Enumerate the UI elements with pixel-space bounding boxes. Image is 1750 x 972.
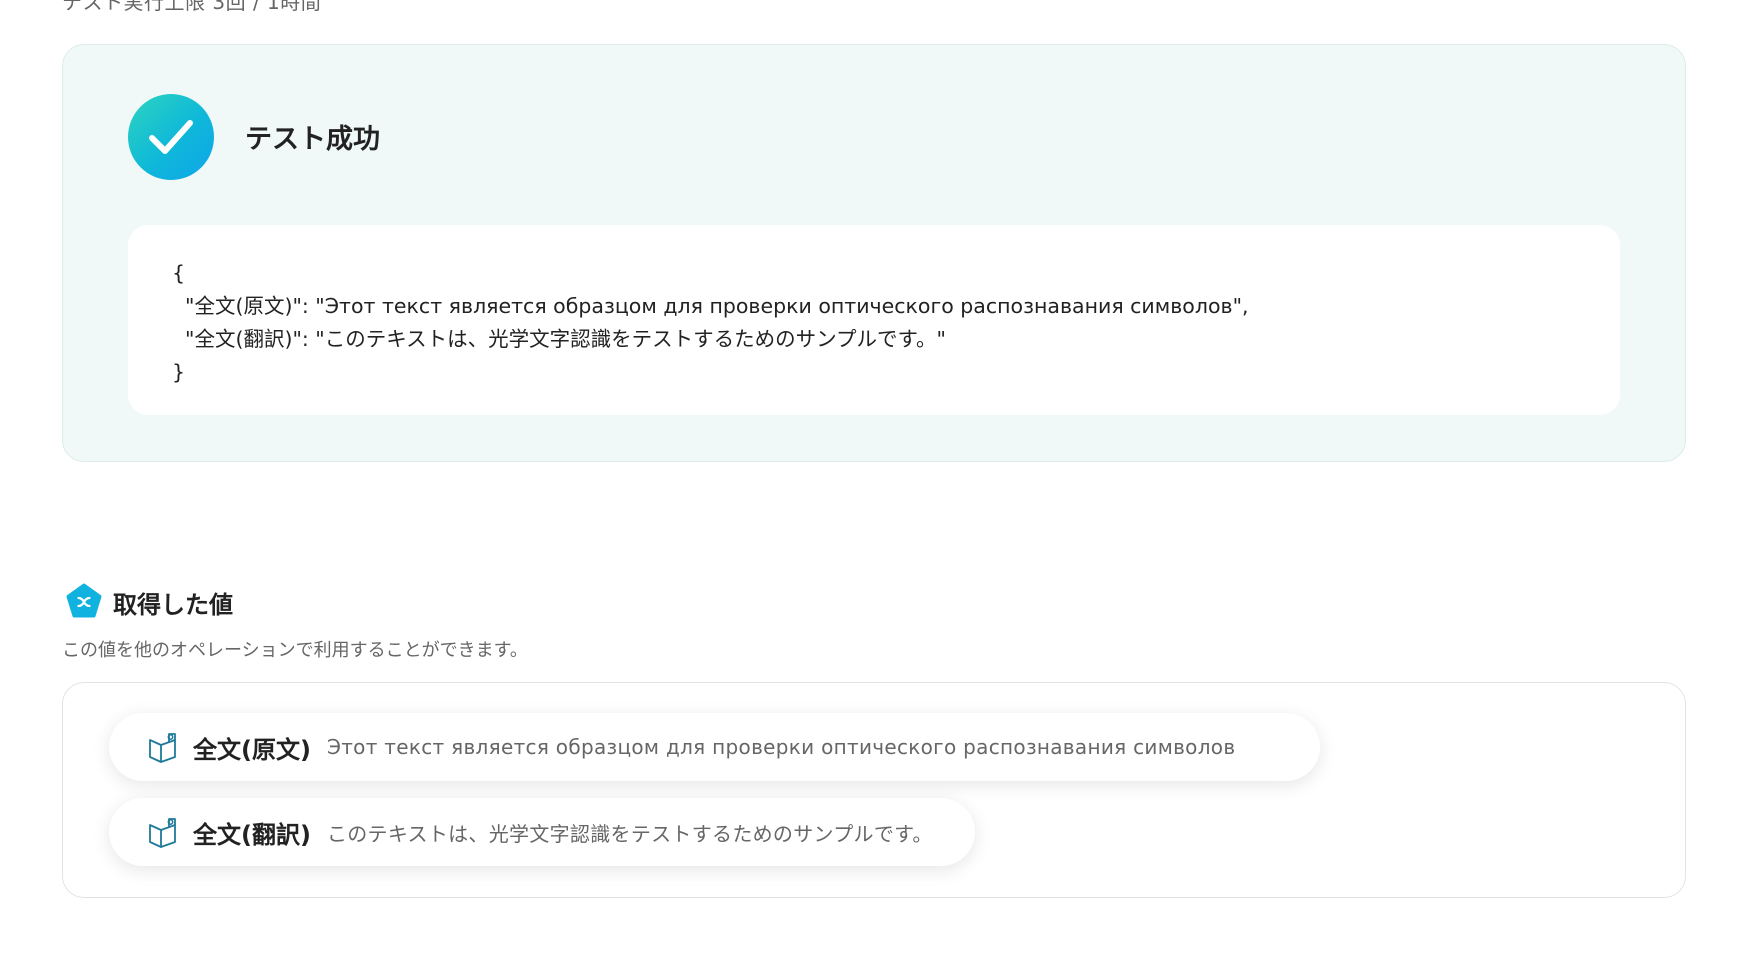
value-label: 全文(原文) xyxy=(193,735,311,764)
value-label: 全文(翻訳) xyxy=(193,820,311,849)
value-item-original-text[interactable]: 全文(原文) Этот текст является образцом для … xyxy=(109,713,1320,781)
test-limit-note: テスト実行上限 3回 / 1時間 xyxy=(62,0,322,14)
json-line: "全文(原文)": "Этот текст является образцом … xyxy=(172,294,1249,318)
variable-icon xyxy=(66,583,102,618)
value-text: このテキストは、光学文字認識をテストするためのサンプルです。 xyxy=(326,821,933,846)
page: テスト実行上限 3回 / 1時間 テスト成功 { "全文(原文)": "Этот… xyxy=(0,0,1750,972)
json-line: } xyxy=(172,360,186,384)
check-circle-icon xyxy=(128,94,214,180)
result-json-box: { "全文(原文)": "Этот текст является образцо… xyxy=(128,225,1620,415)
book-icon xyxy=(149,733,176,763)
retrieved-values-header: 取得した値 xyxy=(65,582,233,622)
retrieved-values-title: 取得した値 xyxy=(113,590,233,619)
value-item-translated-text[interactable]: 全文(翻訳) このテキストは、光学文字認識をテストするためのサンプルです。 xyxy=(109,798,975,866)
retrieved-values-panel: 全文(原文) Этот текст является образцом для … xyxy=(62,682,1686,898)
value-text: Этот текст является образцом для проверк… xyxy=(326,735,1236,759)
test-success-title: テスト成功 xyxy=(245,124,380,155)
json-line: "全文(翻訳)": "このテキストは、光学文字認識をテストするためのサンプルです… xyxy=(172,327,946,351)
json-line: { xyxy=(172,261,186,285)
test-result-panel: テスト成功 { "全文(原文)": "Этот текст является о… xyxy=(62,44,1686,462)
book-icon xyxy=(149,818,176,848)
retrieved-values-description: この値を他のオペレーションで利用することができます。 xyxy=(62,640,528,661)
